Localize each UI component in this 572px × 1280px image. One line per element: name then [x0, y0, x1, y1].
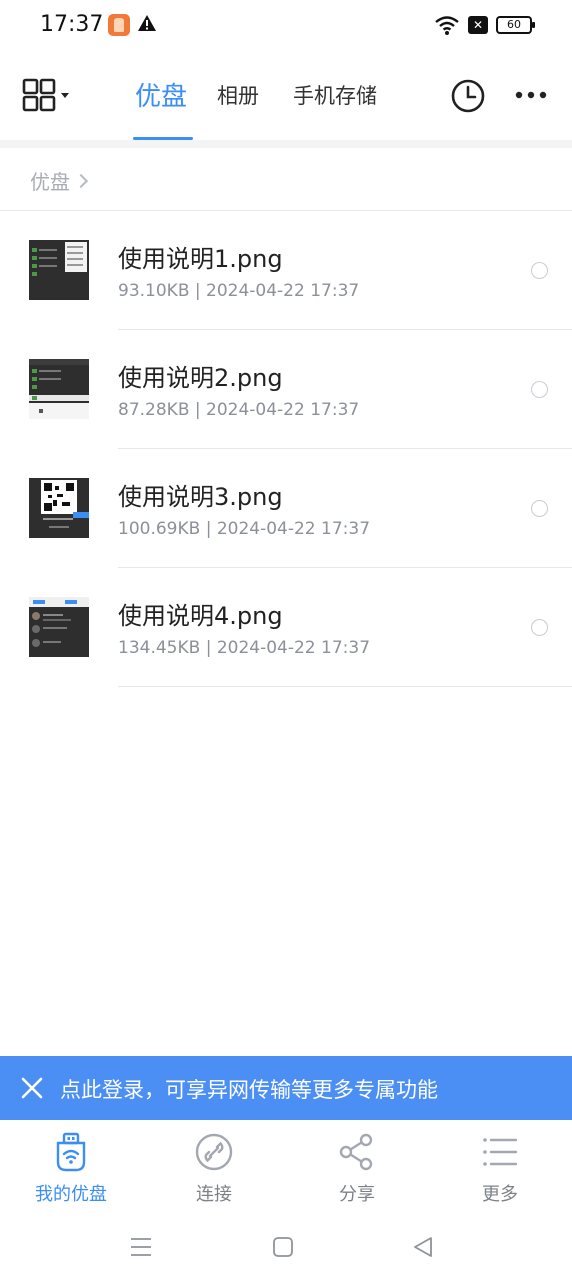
file-row[interactable]: 使用说明1.png 93.10KB | 2024-04-22 17:37: [0, 211, 572, 330]
select-radio[interactable]: [531, 262, 548, 279]
file-name: 使用说明4.png: [118, 602, 283, 630]
status-time: 17:37: [40, 12, 104, 37]
nav-item-connect[interactable]: 连接: [154, 1132, 274, 1206]
file-thumbnail: [29, 240, 89, 300]
usb-drive-icon: [56, 1132, 86, 1172]
home-icon[interactable]: [270, 1234, 296, 1260]
file-meta: 100.69KB | 2024-04-22 17:37: [118, 519, 371, 539]
bottom-nav: 我的优盘 连接 分享 更多: [0, 1120, 572, 1216]
breadcrumb[interactable]: 优盘: [30, 166, 89, 195]
close-icon[interactable]: [20, 1076, 44, 1100]
select-radio[interactable]: [531, 381, 548, 398]
history-clock-icon[interactable]: [450, 78, 486, 114]
battery-icon: 60: [496, 16, 535, 34]
header-divider: [0, 140, 572, 148]
nav-item-more[interactable]: 更多: [440, 1132, 560, 1206]
file-thumbnail: [29, 478, 89, 538]
file-name: 使用说明1.png: [118, 245, 283, 273]
nav-label: 连接: [196, 1184, 232, 1205]
login-banner[interactable]: 点此登录，可享异网传输等更多专属功能: [0, 1056, 572, 1120]
nav-label: 我的优盘: [35, 1184, 107, 1205]
select-radio[interactable]: [531, 500, 548, 517]
file-thumbnail: [29, 597, 89, 657]
menu-icon[interactable]: [128, 1234, 154, 1260]
file-name: 使用说明3.png: [118, 483, 283, 511]
share-icon: [339, 1133, 373, 1171]
grid-view-icon[interactable]: [22, 78, 74, 114]
chevron-right-icon: [73, 173, 89, 188]
more-options-icon[interactable]: [514, 84, 548, 106]
nav-label: 更多: [482, 1184, 518, 1205]
file-meta: 93.10KB | 2024-04-22 17:37: [118, 281, 360, 301]
tab-phone-storage[interactable]: 手机存储: [293, 80, 377, 110]
file-thumbnail: [29, 359, 89, 419]
sim-off-icon: ✕: [468, 16, 488, 34]
list-icon: [483, 1138, 518, 1166]
file-row[interactable]: 使用说明2.png 87.28KB | 2024-04-22 17:37: [0, 330, 572, 449]
tab-youpan[interactable]: 优盘: [135, 76, 187, 113]
file-name: 使用说明2.png: [118, 364, 283, 392]
file-list: 使用说明1.png 93.10KB | 2024-04-22 17:37 使用说…: [0, 211, 572, 687]
tab-album[interactable]: 相册: [217, 80, 259, 110]
file-row[interactable]: 使用说明3.png 100.69KB | 2024-04-22 17:37: [0, 449, 572, 568]
status-bar: 17:37 ✕ 60: [0, 0, 572, 50]
back-icon[interactable]: [410, 1234, 436, 1260]
app-notification-icon: [108, 14, 130, 36]
warning-icon: [138, 15, 156, 31]
file-meta: 134.45KB | 2024-04-22 17:37: [118, 638, 371, 658]
nav-label: 分享: [339, 1184, 375, 1205]
login-banner-text[interactable]: 点此登录，可享异网传输等更多专属功能: [60, 1074, 438, 1104]
file-row[interactable]: 使用说明4.png 134.45KB | 2024-04-22 17:37: [0, 568, 572, 687]
file-meta: 87.28KB | 2024-04-22 17:37: [118, 400, 360, 420]
link-icon: [195, 1133, 233, 1171]
wifi-icon: [435, 16, 459, 35]
nav-item-share[interactable]: 分享: [297, 1132, 417, 1206]
breadcrumb-label: 优盘: [30, 170, 70, 194]
top-header: 优盘 相册 手机存储: [0, 58, 572, 140]
nav-item-my-youpan[interactable]: 我的优盘: [11, 1132, 131, 1206]
select-radio[interactable]: [531, 619, 548, 636]
row-divider: [118, 686, 572, 687]
system-nav-bar: [0, 1216, 572, 1280]
